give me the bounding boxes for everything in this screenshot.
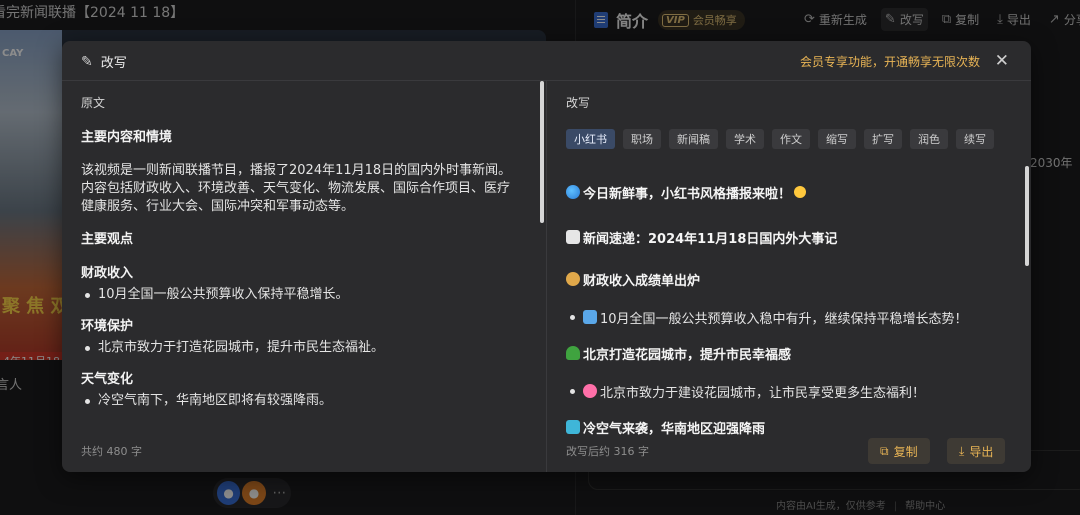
rewrite-icon: ✎ xyxy=(81,53,93,70)
globe-icon xyxy=(566,185,580,199)
wind-icon xyxy=(566,420,580,434)
chip-xiaohongshu[interactable]: 小红书 xyxy=(566,129,615,149)
list-item: 北京市致力于打造花园城市，提升市民生态福祉。 xyxy=(81,339,521,357)
original-scrollbar[interactable] xyxy=(540,81,544,223)
style-chips: 小红书 职场 新闻稿 学术 作文 缩写 扩写 润色 续写 xyxy=(566,129,994,149)
list-item: 10月全国一般公共预算收入稳中有升，继续保持平稳增长态势！ xyxy=(566,308,1006,327)
flower-icon xyxy=(583,384,597,398)
original-word-count: 共约 480 字 xyxy=(81,445,142,458)
rewrite-text: 今日新鲜事，小红书风格播报来啦！ 新闻速递：2024年11月18日国内外大事记 … xyxy=(566,179,1006,437)
rewrite-dialog: ✎ 改写 会员专享功能，开通畅享无限次数 ✕ 原文 主要内容和情境 该视频是一则… xyxy=(62,41,1031,472)
group-title: 天气变化 xyxy=(81,372,134,387)
chip-academic[interactable]: 学术 xyxy=(726,129,764,149)
list-item: 冷空气南下，华南地区即将有较强降雨。 xyxy=(81,392,521,410)
list-item: 10月全国一般公共预算收入保持平稳增长。 xyxy=(81,286,521,304)
bullet xyxy=(570,314,575,320)
rewrite-heading: 北京打造花园城市，提升市民幸福感 xyxy=(566,344,1006,363)
vip-upgrade-link[interactable]: 会员专享功能，开通畅享无限次数 xyxy=(800,53,980,70)
chip-expand[interactable]: 扩写 xyxy=(864,129,902,149)
bullet xyxy=(85,346,90,351)
bullet xyxy=(570,388,575,394)
rewrite-word-count: 改写后约 316 字 xyxy=(566,445,649,458)
rewrite-heading: 冷空气来袭，华南地区迎强降雨 xyxy=(566,418,1006,437)
sun-icon xyxy=(794,186,807,198)
rewrite-heading: 财政收入成绩单出炉 xyxy=(566,270,1006,289)
chart-icon xyxy=(583,310,597,324)
original-text: 主要内容和情境 该视频是一则新闻联播节目，播报了2024年11月18日的国内外时… xyxy=(81,129,521,410)
group-title: 环境保护 xyxy=(81,319,134,334)
chip-continue[interactable]: 续写 xyxy=(956,129,994,149)
chip-press-release[interactable]: 新闻稿 xyxy=(669,129,718,149)
bullet xyxy=(85,399,90,404)
dialog-title: 改写 xyxy=(100,56,127,71)
points-heading: 主要观点 xyxy=(81,232,134,247)
rewrite-heading: 新闻速递：2024年11月18日国内外大事记 xyxy=(566,228,1006,247)
group-title: 财政收入 xyxy=(81,266,134,281)
dialog-header: ✎ 改写 会员专享功能，开通畅享无限次数 ✕ xyxy=(62,41,1031,81)
copy-icon: ⧉ xyxy=(880,443,889,458)
close-icon[interactable]: ✕ xyxy=(995,51,1009,71)
newspaper-icon xyxy=(566,230,580,244)
summary-paragraph: 该视频是一则新闻联播节目，播报了2024年11月18日的国内外时事新闻。内容包括… xyxy=(81,163,512,214)
list-item: 北京市致力于建设花园城市，让市民享受更多生态福利！ xyxy=(566,382,1006,401)
tree-icon xyxy=(566,346,580,360)
original-label: 原文 xyxy=(81,96,106,110)
rewrite-scrollbar[interactable] xyxy=(1025,166,1029,266)
export-rewrite-button[interactable]: ⤓ 导出 xyxy=(947,438,1006,464)
rewrite-heading: 今日新鲜事，小红书风格播报来啦！ xyxy=(566,183,1006,202)
money-bag-icon xyxy=(566,272,580,286)
chip-polish[interactable]: 润色 xyxy=(910,129,948,149)
chip-workplace[interactable]: 职场 xyxy=(623,129,661,149)
bullet xyxy=(85,293,90,298)
section-heading: 主要内容和情境 xyxy=(81,130,173,145)
export-icon: ⤓ xyxy=(959,443,965,458)
copy-rewrite-button[interactable]: ⧉ 复制 xyxy=(868,438,930,464)
chip-shorten[interactable]: 缩写 xyxy=(818,129,856,149)
chip-essay[interactable]: 作文 xyxy=(772,129,810,149)
rewrite-label: 改写 xyxy=(566,96,591,110)
